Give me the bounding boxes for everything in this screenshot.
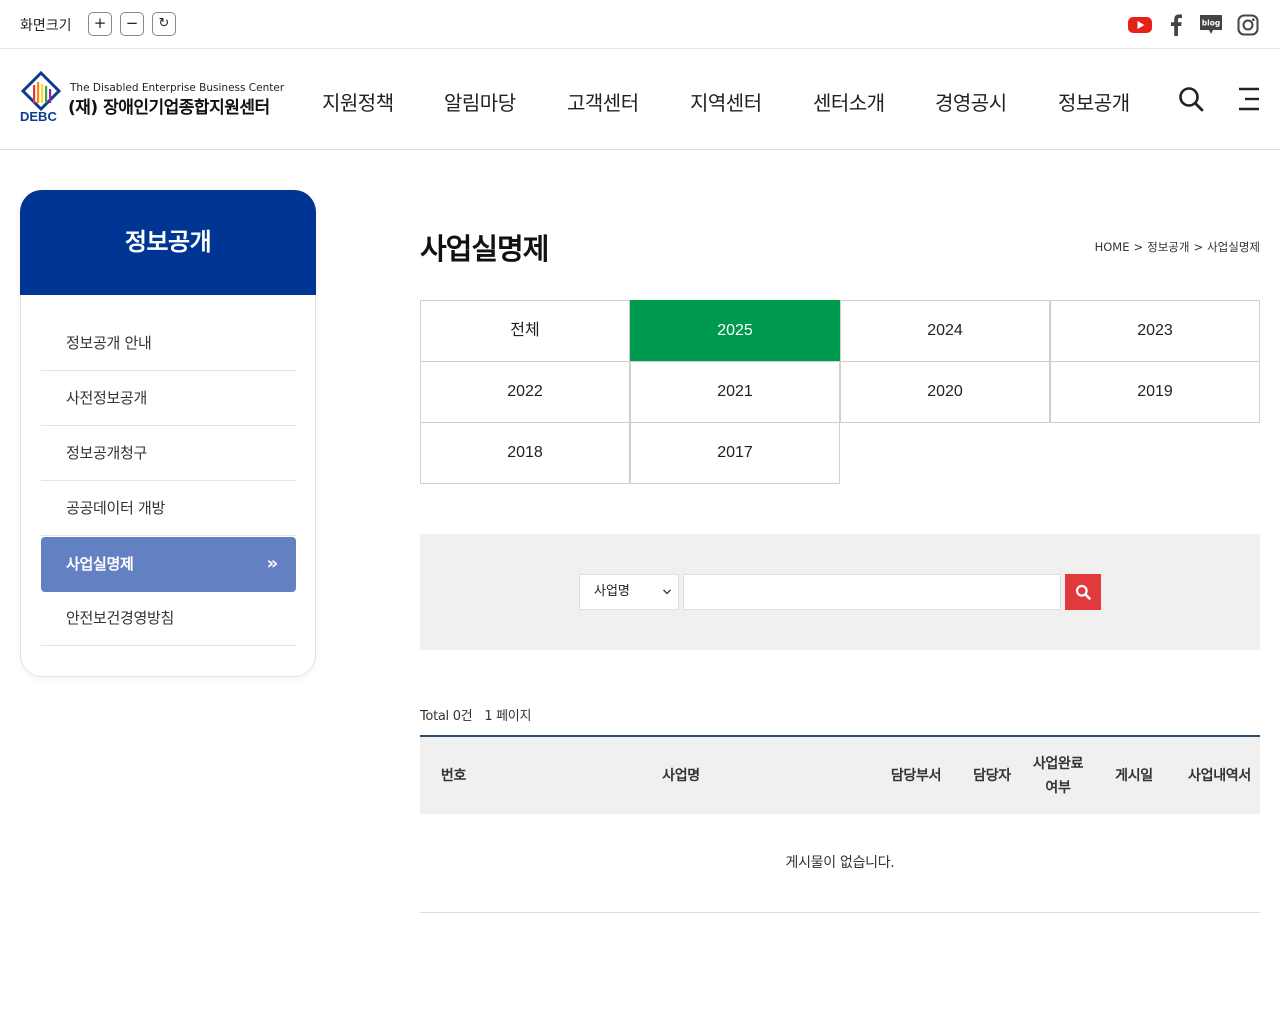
side-item-label: 사업실명제 [66,555,134,573]
search-input[interactable] [683,574,1061,610]
search-button[interactable] [1065,574,1101,610]
year-tab-2025[interactable]: 2025 [630,300,840,362]
year-tab-2024[interactable]: 2024 [840,300,1050,362]
breadcrumb-section[interactable]: 정보공개 [1147,240,1189,254]
nav-information-disclosure[interactable]: 정보공개 [1058,87,1130,116]
nav-regional-center[interactable]: 지역센터 [690,87,762,116]
zoom-reset-button[interactable]: ↻ [152,12,176,36]
year-tab-2023[interactable]: 2023 [1050,300,1260,362]
zoom-label: 화면크기 [20,18,72,34]
year-tab-2020[interactable]: 2020 [840,361,1050,423]
search-field-select-value: 사업명 [594,584,630,599]
column-project-name: 사업명 [662,767,700,784]
nav-notice[interactable]: 알림마당 [444,87,516,116]
side-item-safety-health-policy[interactable]: 안전보건경영방침 [41,591,296,646]
double-chevron-right-icon: » [266,553,279,574]
side-item-public-data[interactable]: 공공데이터 개방 [41,481,296,536]
chevron-down-icon [662,575,672,624]
column-post-date: 게시일 [1115,767,1153,784]
side-item-label: 정보공개 안내 [66,334,152,352]
total-count: Total 0건 [420,709,473,724]
side-item-project-real-name[interactable]: 사업실명제 » [41,537,296,592]
search-icon [1075,584,1091,600]
side-item-prior-disclosure[interactable]: 사전정보공개 [41,371,296,426]
breadcrumb-separator: > [1193,240,1204,254]
debc-logo-icon [20,71,62,111]
column-manager: 담당자 [973,767,1011,784]
site-header: The Disabled Enterprise Business Center … [0,49,1280,150]
breadcrumb-home[interactable]: HOME [1095,240,1130,254]
instagram-icon[interactable] [1235,12,1261,38]
nav-management-disclosure[interactable]: 경영공시 [935,87,1007,116]
result-summary: Total 0건 1 페이지 [420,705,531,724]
column-project-detail: 사업내역서 [1188,767,1251,784]
utility-bar: 화면크기 + − ↻ blog [0,0,1280,49]
breadcrumb: HOME > 정보공개 > 사업실명제 [1095,239,1260,255]
side-item-label: 안전보건경영방침 [66,609,175,627]
breadcrumb-separator: > [1133,240,1144,254]
column-department: 담당부서 [890,767,942,784]
year-tab-2021[interactable]: 2021 [630,361,840,423]
blog-icon-text: blog [1202,19,1220,28]
side-item-info-guide[interactable]: 정보공개 안내 [41,316,296,371]
table-header: 번호 사업명 담당부서 담당자 사업완료 여부 게시일 사업내역서 [420,737,1260,814]
search-field-select[interactable]: 사업명 [579,574,679,610]
side-item-disclosure-request[interactable]: 정보공개청구 [41,426,296,481]
side-item-label: 정보공개청구 [66,444,148,462]
youtube-icon[interactable] [1127,12,1153,38]
site-logo[interactable]: The Disabled Enterprise Business Center … [18,69,288,129]
search-panel: 사업명 [420,534,1260,650]
page-title: 사업실명제 [420,232,549,266]
facebook-icon[interactable] [1163,12,1189,38]
breadcrumb-current: 사업실명제 [1207,240,1260,254]
column-completion-status: 사업완료 여부 [1032,755,1084,796]
year-tab-2019[interactable]: 2019 [1050,361,1260,423]
empty-message: 게시물이 없습니다. [420,814,1260,913]
year-tab-all[interactable]: 전체 [420,300,630,362]
logo-korean-name: (재) 장애인기업종합지원센터 [68,98,270,118]
search-icon[interactable] [1177,85,1205,113]
side-menu-title: 정보공개 [20,190,316,295]
side-item-label: 사전정보공개 [66,389,148,407]
column-number: 번호 [440,767,467,784]
year-tab-2018[interactable]: 2018 [420,422,630,484]
zoom-in-button[interactable]: + [88,12,112,36]
page-indicator: 1 페이지 [484,709,532,724]
nav-support-policy[interactable]: 지원정책 [322,87,394,116]
year-tab-2022[interactable]: 2022 [420,361,630,423]
zoom-out-button[interactable]: − [120,12,144,36]
logo-abbreviation: DEBC [20,109,57,124]
year-tab-2017[interactable]: 2017 [630,422,840,484]
project-table: 번호 사업명 담당부서 담당자 사업완료 여부 게시일 사업내역서 게시물이 없… [420,735,1260,913]
menu-icon[interactable] [1236,85,1264,113]
nav-customer-center[interactable]: 고객센터 [567,87,639,116]
side-item-label: 공공데이터 개방 [66,499,165,517]
side-menu: 정보공개 정보공개 안내 사전정보공개 정보공개청구 공공데이터 개방 사업실명… [20,190,316,677]
blog-icon[interactable]: blog [1198,12,1224,38]
nav-about[interactable]: 센터소개 [813,87,885,116]
